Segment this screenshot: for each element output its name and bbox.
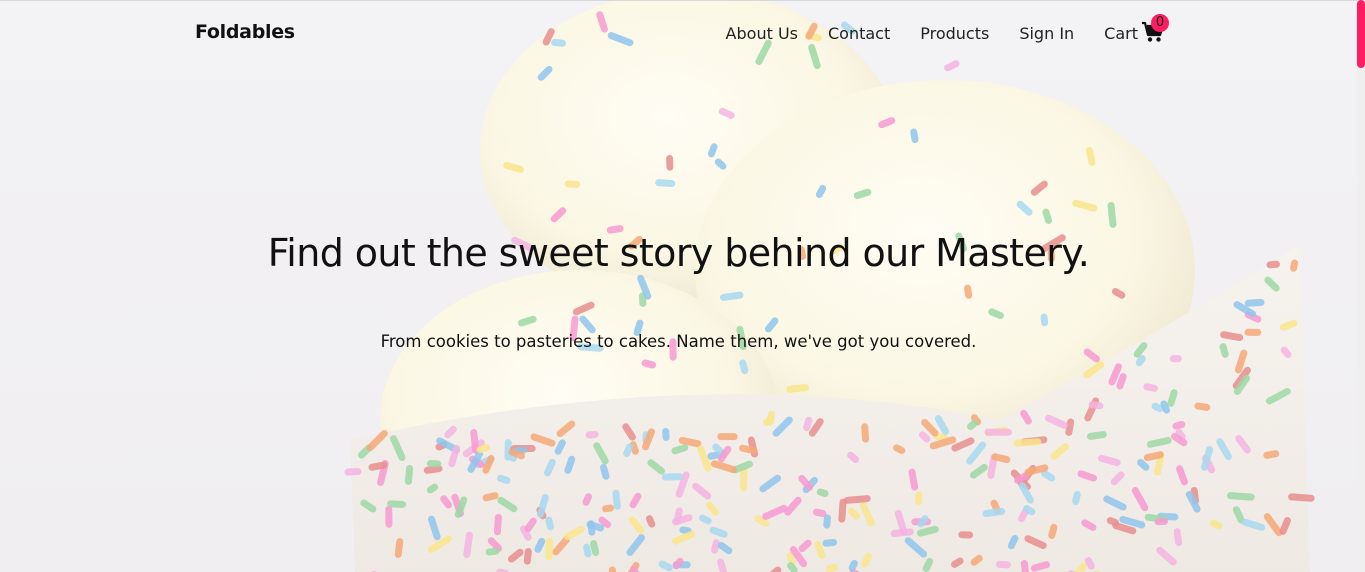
nav-links: About Us Contact Products Sign In Cart 0 xyxy=(726,14,1169,44)
ice-cream-illustration xyxy=(344,0,1315,572)
navbar: Foldables About Us Contact Products Sign… xyxy=(0,0,1357,68)
cart-label: Cart xyxy=(1104,23,1138,43)
nav-link-about-us[interactable]: About Us xyxy=(726,24,798,43)
brand-logo[interactable]: Foldables xyxy=(195,21,295,43)
cart-button[interactable]: Cart 0 xyxy=(1104,14,1169,44)
scrollbar-thumb[interactable] xyxy=(1357,0,1365,68)
hero-background-image xyxy=(0,0,1357,572)
nav-link-contact[interactable]: Contact xyxy=(828,24,890,43)
nav-link-sign-in[interactable]: Sign In xyxy=(1019,24,1074,43)
hero-title: Find out the sweet story behind our Mast… xyxy=(267,231,1090,275)
nav-link-products[interactable]: Products xyxy=(920,24,989,43)
scrollbar-track[interactable] xyxy=(1357,0,1365,572)
hero-subtitle: From cookies to pasteries to cakes. Name… xyxy=(380,332,977,351)
cart-count-badge: 0 xyxy=(1151,14,1169,32)
